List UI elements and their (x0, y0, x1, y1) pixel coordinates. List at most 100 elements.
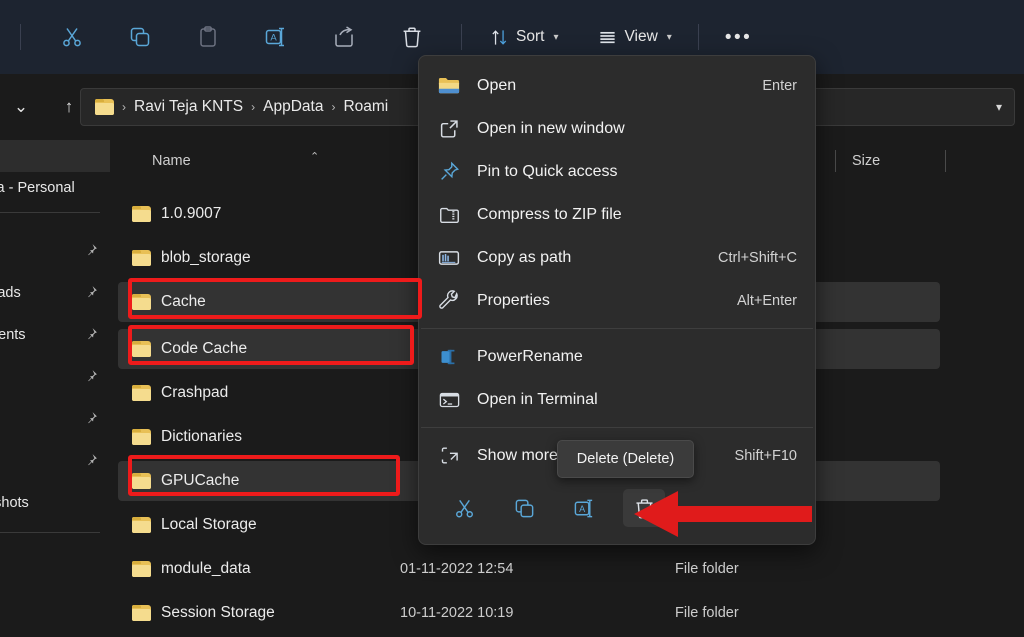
context-menu-item-open[interactable]: Open Enter (419, 64, 815, 107)
file-explorer-window: A Sort ▾ View ▾ ••• ⌄ ↑ › Ravi Teja KNTS… (0, 0, 1024, 637)
file-name-cell[interactable]: Session Storage (132, 604, 275, 622)
sort-ascending-icon: ⌃ (310, 151, 320, 163)
file-name-cell[interactable]: module_data (132, 560, 251, 578)
pin-icon (435, 160, 463, 184)
navigation-pane: e Teja - Personal top nloads uments res (0, 140, 110, 637)
copy-icon[interactable] (503, 489, 545, 527)
date-modified-cell: 01-11-2022 12:54 (400, 561, 514, 577)
context-menu-item-open-in-new-window[interactable]: Open in new window (419, 107, 815, 150)
share-icon[interactable] (321, 17, 367, 57)
sidebar-divider-1 (0, 212, 100, 213)
terminal-icon (435, 388, 463, 412)
address-dropdown-icon[interactable]: ▾ (996, 100, 1002, 114)
folder-icon (132, 429, 151, 445)
context-menu-item-copy-as-path[interactable]: Copy as path Ctrl+Shift+C (419, 236, 815, 279)
file-name-cell[interactable]: 1.0.9007 (132, 205, 221, 223)
ellipsis-icon: ••• (724, 26, 753, 48)
context-menu-label: Open (477, 76, 517, 94)
chevron-down-icon-2: ▾ (666, 31, 672, 43)
context-menu-label: Properties (477, 291, 550, 309)
file-name-cell[interactable]: Dictionaries (132, 428, 242, 446)
address-folder-icon (95, 99, 114, 115)
delete-icon[interactable] (389, 17, 435, 57)
rename-icon[interactable]: A (253, 17, 299, 57)
column-separator-2[interactable] (945, 150, 946, 172)
file-name-label: Crashpad (161, 384, 229, 401)
sort-button[interactable]: Sort ▾ (478, 17, 570, 57)
svg-text:A: A (270, 33, 277, 44)
annotation-box-gpucache (128, 455, 400, 496)
column-separator-1[interactable] (835, 150, 836, 172)
sidebar-item-documents[interactable]: uments (0, 314, 110, 356)
chevron-down-icon: ▾ (553, 31, 559, 43)
folder-icon (132, 250, 151, 266)
context-menu-item-properties[interactable]: Properties Alt+Enter (419, 279, 815, 322)
toolbar-divider-2 (461, 24, 462, 50)
annotation-box-cache (128, 278, 422, 319)
folder-icon (132, 605, 151, 621)
breadcrumb-separator-2: › (331, 100, 336, 114)
context-menu-item-pin-to-quick-access[interactable]: Pin to Quick access (419, 150, 815, 193)
column-header-name[interactable]: Name (152, 153, 191, 169)
context-menu-label: Pin to Quick access (477, 162, 618, 180)
recent-locations-icon[interactable]: ⌄ (4, 90, 38, 124)
breadcrumb-item-1[interactable]: AppData (263, 98, 323, 116)
file-name-cell[interactable]: blob_storage (132, 249, 251, 267)
folder-icon (132, 385, 151, 401)
view-lines-icon (600, 31, 616, 43)
breadcrumb-separator-1: › (251, 100, 256, 114)
sidebar-item-downloads[interactable]: nloads (0, 272, 110, 314)
sidebar-item-music[interactable]: c (0, 398, 110, 440)
context-menu-divider-2 (421, 427, 813, 428)
tooltip-text: Delete (Delete) (576, 451, 675, 467)
see-more-button[interactable]: ••• (713, 17, 764, 57)
copy-path-icon (435, 246, 463, 270)
column-header-size[interactable]: Size (852, 153, 880, 169)
sidebar-item-videos[interactable]: os (0, 440, 110, 482)
copy-icon[interactable] (117, 17, 163, 57)
context-menu-item-open-in-terminal[interactable]: Open in Terminal (419, 378, 815, 421)
sidebar-item-pictures[interactable]: res (0, 356, 110, 398)
sidebar-item-label-1: Teja - Personal (0, 180, 75, 196)
sort-arrows-icon (492, 29, 507, 45)
show-more-icon (435, 444, 463, 468)
breadcrumb-item-0[interactable]: Ravi Teja KNTS (134, 98, 243, 116)
pin-icon-3 (85, 285, 98, 301)
table-row[interactable]: module_data 01-11-2022 12:54 File folder (110, 547, 1024, 591)
breadcrumb-item-2[interactable]: Roami (343, 98, 388, 116)
table-row[interactable]: Session Storage 10-11-2022 10:19 File fo… (110, 591, 1024, 635)
date-modified-cell: 10-11-2022 10:19 (400, 605, 514, 621)
file-name-cell[interactable]: Crashpad (132, 384, 228, 402)
file-name-label: 1.0.9007 (161, 205, 222, 222)
view-button[interactable]: View ▾ (586, 17, 683, 57)
context-menu-accel: Shift+F10 (734, 447, 797, 464)
annotation-arrow (634, 491, 812, 537)
context-menu-label: Copy as path (477, 248, 572, 266)
sort-label: Sort (516, 28, 545, 45)
sidebar-divider-2 (0, 532, 100, 533)
pin-icon-5 (85, 369, 98, 385)
cut-icon[interactable] (443, 489, 485, 527)
breadcrumb-separator-0: › (122, 100, 126, 114)
pin-icon-7 (85, 453, 98, 469)
type-cell: File folder (675, 605, 739, 621)
rename-icon[interactable]: A (563, 489, 605, 527)
file-name-label: blob_storage (161, 249, 251, 266)
sidebar-item-onedrive[interactable]: Teja - Personal (0, 172, 110, 204)
context-menu-item-powerrename[interactable]: PowerRename (419, 335, 815, 378)
sidebar-item-desktop[interactable]: top (0, 230, 110, 272)
file-name-label: Session Storage (161, 604, 275, 621)
toolbar-divider (20, 24, 21, 50)
folder-icon (132, 206, 151, 222)
file-name-cell[interactable]: Local Storage (132, 516, 257, 534)
paste-icon[interactable] (185, 17, 231, 57)
folder-icon (132, 517, 151, 533)
context-menu-accel: Alt+Enter (736, 292, 797, 309)
open-new-window-icon (435, 117, 463, 141)
context-menu-item-compress-to-zip[interactable]: Compress to ZIP file (419, 193, 815, 236)
sidebar-item-screenshots[interactable]: enshots (0, 482, 110, 524)
context-menu-label: Open in Terminal (477, 390, 598, 408)
sidebar-item-home[interactable]: e (0, 140, 110, 172)
cut-icon[interactable] (49, 17, 95, 57)
pin-icon-6 (85, 411, 98, 427)
